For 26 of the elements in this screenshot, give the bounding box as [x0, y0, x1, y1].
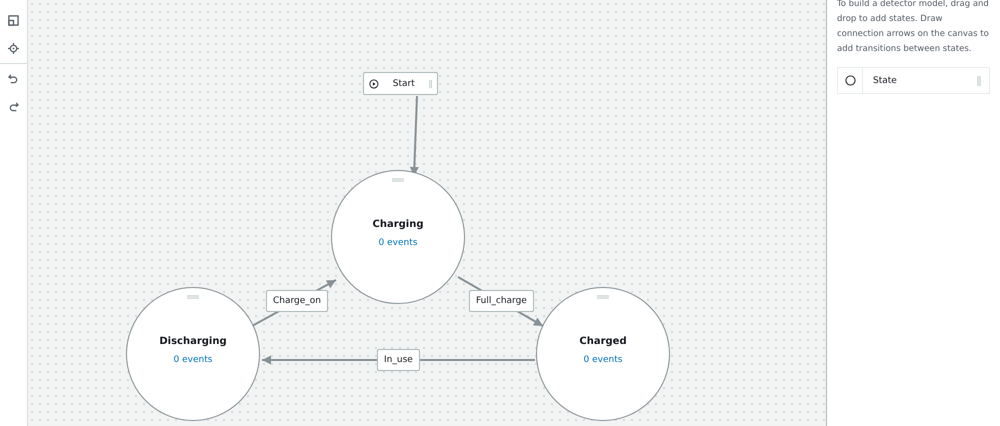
- state-name: Discharging: [159, 336, 227, 347]
- state-name: Charging: [372, 219, 424, 230]
- state-node[interactable]: Charging 0 events: [331, 170, 465, 304]
- state-palette-item[interactable]: State: [837, 67, 990, 94]
- drag-handle-icon[interactable]: [977, 76, 981, 86]
- state-name: Charged: [579, 336, 627, 347]
- drag-handle-icon[interactable]: [597, 295, 609, 299]
- events-link[interactable]: 0 events: [378, 238, 418, 248]
- drag-handle-icon[interactable]: [187, 295, 199, 299]
- redo-icon[interactable]: [8, 101, 19, 112]
- drag-handle-icon[interactable]: [392, 178, 404, 182]
- state-node[interactable]: Discharging 0 events: [126, 287, 260, 421]
- transition-label[interactable]: Full_charge: [469, 290, 534, 312]
- circle-icon: [844, 75, 856, 86]
- play-icon: [369, 78, 379, 90]
- events-link[interactable]: 0 events: [584, 355, 622, 365]
- start-label: Start: [392, 78, 415, 88]
- state-node[interactable]: Charged 0 events: [536, 287, 670, 421]
- undo-icon[interactable]: [8, 73, 19, 84]
- transition-label[interactable]: Charge_on: [266, 290, 328, 312]
- events-link[interactable]: 0 events: [174, 355, 212, 365]
- transition-label[interactable]: In_use: [377, 349, 420, 371]
- start-node[interactable]: Start: [363, 72, 438, 95]
- drag-handle-icon[interactable]: [428, 78, 432, 88]
- fit-view-icon[interactable]: [8, 15, 19, 26]
- crosshair-icon[interactable]: [8, 43, 19, 54]
